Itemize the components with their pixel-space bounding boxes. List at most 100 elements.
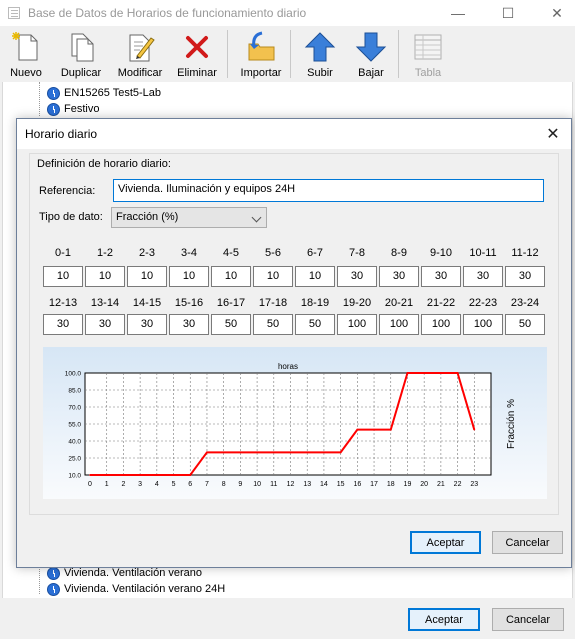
accept-button[interactable]: Aceptar: [408, 608, 480, 631]
x-tick-label: 1: [105, 481, 109, 488]
hour-value-input[interactable]: 10: [85, 266, 125, 287]
minimize-button[interactable]: —: [441, 0, 475, 26]
nuevo-button[interactable]: Nuevo: [6, 26, 46, 82]
hour-label: 5-6: [265, 247, 281, 259]
data-point: [172, 474, 175, 476]
duplicar-button[interactable]: Duplicar: [58, 26, 104, 82]
hour-value-input[interactable]: 30: [43, 314, 83, 335]
data-point: [356, 428, 359, 431]
toolbar: Nuevo Duplicar Modificar Eliminar Import…: [0, 26, 575, 82]
maximize-button[interactable]: ☐: [491, 0, 525, 26]
x-tick-label: 5: [172, 481, 176, 488]
table-icon: [411, 30, 445, 64]
duplicar-label: Duplicar: [60, 67, 102, 79]
arrow-up-icon: [303, 30, 337, 64]
x-tick-label: 21: [437, 481, 445, 488]
arrow-down-icon: [354, 30, 388, 64]
hour-value-input[interactable]: 10: [295, 266, 335, 287]
data-point: [389, 428, 392, 431]
x-tick-label: 16: [353, 481, 361, 488]
hour-value-input[interactable]: 50: [211, 314, 251, 335]
hour-value-input[interactable]: 100: [463, 314, 503, 335]
hour-label: 16-17: [216, 297, 246, 309]
import-icon: [244, 30, 278, 64]
toolbar-separator: [398, 30, 399, 78]
data-point: [323, 451, 325, 454]
cancel-button[interactable]: Cancelar: [492, 608, 564, 631]
y-tick-label: 40.0: [68, 439, 81, 446]
hour-value-input[interactable]: 30: [85, 314, 125, 335]
hour-value-input[interactable]: 30: [379, 266, 419, 287]
data-point: [206, 451, 208, 454]
importar-button[interactable]: Importar: [237, 26, 285, 82]
hour-value-input[interactable]: 10: [169, 266, 209, 287]
hour-value-input[interactable]: 100: [421, 314, 461, 335]
x-tick-label: 2: [121, 481, 125, 488]
data-point: [239, 451, 242, 454]
y-tick-label: 85.0: [68, 388, 81, 395]
hour-value-input[interactable]: 100: [337, 314, 377, 335]
data-point: [122, 474, 125, 476]
hour-value-input[interactable]: 50: [295, 314, 335, 335]
hour-value-input[interactable]: 30: [421, 266, 461, 287]
hour-label: 12-13: [48, 297, 78, 309]
app-icon: [8, 7, 20, 19]
clock-icon: [47, 582, 60, 596]
hour-label: 13-14: [90, 297, 120, 309]
data-point: [89, 474, 91, 476]
hour-value-input[interactable]: 30: [169, 314, 209, 335]
window-title: Base de Datos de Horarios de funcionamie…: [28, 6, 307, 20]
bajar-button[interactable]: Bajar: [353, 26, 389, 82]
hour-value-input[interactable]: 30: [505, 266, 545, 287]
data-point: [406, 372, 409, 374]
hour-label: 4-5: [223, 247, 239, 259]
close-button[interactable]: ✕: [540, 0, 574, 26]
window-titlebar: Base de Datos de Horarios de funcionamie…: [0, 0, 575, 26]
clock-icon: [47, 566, 60, 580]
x-tick-label: 18: [387, 481, 395, 488]
dialog-cancel-button[interactable]: Cancelar: [492, 531, 563, 554]
hour-label: 23-24: [510, 297, 540, 309]
x-tick-label: 8: [222, 481, 226, 488]
x-tick-label: 9: [238, 481, 242, 488]
hour-value-input[interactable]: 100: [379, 314, 419, 335]
hour-label: 11-12: [511, 247, 539, 259]
window-footer: Aceptar Cancelar: [0, 602, 575, 639]
hour-label: 21-22: [426, 297, 456, 309]
hour-value-input[interactable]: 10: [127, 266, 167, 287]
data-point: [440, 372, 442, 374]
clock-icon: [47, 102, 60, 116]
hour-value-input[interactable]: 10: [211, 266, 251, 287]
chart-title: horas: [278, 362, 298, 371]
x-tick-label: 3: [138, 481, 142, 488]
x-tick-label: 10: [253, 481, 261, 488]
subir-button[interactable]: Subir: [302, 26, 338, 82]
tabla-button: Tabla: [410, 26, 446, 82]
subir-label: Subir: [307, 67, 333, 79]
toolbar-separator: [290, 30, 291, 78]
schedule-chart: 10.0 25.0 40.0 55.0 70.0 85.0 100.0 0 1 2 3 4 5 6 7 8 9 1…: [43, 347, 547, 499]
hour-value-input[interactable]: 50: [253, 314, 293, 335]
hour-value-input[interactable]: 30: [337, 266, 377, 287]
x-tick-label: 22: [454, 481, 462, 488]
tree-item[interactable]: Festivo: [47, 101, 99, 117]
hour-label: 3-4: [181, 247, 197, 259]
tree-item[interactable]: Vivienda. Ventilación verano 24H: [47, 581, 225, 597]
y-tick-label: 25.0: [68, 456, 81, 463]
eliminar-button[interactable]: Eliminar: [175, 26, 219, 82]
data-point: [156, 474, 158, 476]
hour-value-input[interactable]: 50: [505, 314, 545, 335]
hour-label: 6-7: [307, 247, 323, 259]
y-tick-label: 100.0: [65, 371, 82, 378]
x-tick-label: 20: [420, 481, 428, 488]
x-tick-label: 12: [287, 481, 295, 488]
y-tick-label: 70.0: [68, 405, 81, 412]
hour-value-input[interactable]: 30: [463, 266, 503, 287]
tree-item[interactable]: EN15265 Test5-Lab: [47, 85, 161, 101]
hour-value-input[interactable]: 10: [43, 266, 83, 287]
dialog-accept-button[interactable]: Aceptar: [410, 531, 481, 554]
data-point: [456, 372, 459, 374]
hour-value-input[interactable]: 30: [127, 314, 167, 335]
modificar-button[interactable]: Modificar: [115, 26, 165, 82]
hour-value-input[interactable]: 10: [253, 266, 293, 287]
